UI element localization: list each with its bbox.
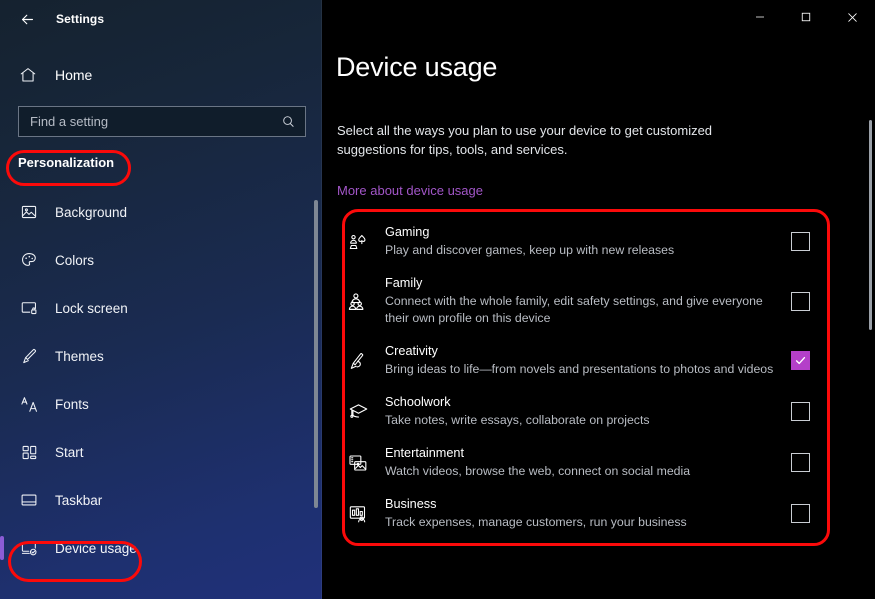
sidebar-item-themes[interactable]: Themes [0,332,322,380]
sidebar-section-personalization: Personalization [18,155,115,170]
sidebar-item-device-usage[interactable]: Device usage [0,524,322,572]
option-row[interactable]: Schoolwork Take notes, write essays, col… [338,386,820,437]
option-text: Schoolwork Take notes, write essays, col… [371,394,786,429]
palette-icon [19,250,39,270]
sidebar-item-background[interactable]: Background [0,188,322,236]
schoolwork-icon [345,401,371,422]
option-text: Entertainment Watch videos, browse the w… [371,445,786,480]
option-title: Business [385,497,437,511]
option-description: Watch videos, browse the web, connect on… [385,464,691,478]
start-icon [19,442,39,462]
back-arrow-icon[interactable] [12,5,42,33]
search-box[interactable] [18,106,306,137]
option-description: Play and discover games, keep up with ne… [385,243,675,257]
option-title: Creativity [385,344,438,358]
sidebar-item-label: Start [55,444,84,460]
option-checkbox-wrap[interactable] [786,351,820,370]
sidebar: Settings Home Personalization [0,0,322,599]
option-row[interactable]: Creativity Bring ideas to life—from nove… [338,335,820,386]
main-content: Device usage Select all the ways you pla… [322,0,875,599]
option-description: Take notes, write essays, collaborate on… [385,413,650,427]
option-checkbox-wrap[interactable] [786,291,820,311]
option-title: Schoolwork [385,395,451,409]
sidebar-item-label: Colors [55,252,95,268]
option-row[interactable]: Gaming Play and discover games, keep up … [338,216,820,267]
option-checkbox-wrap[interactable] [786,402,820,421]
sidebar-nav-list: Background Colors Lock screen Themes Fon… [0,188,322,572]
fonts-icon [19,394,39,414]
home-icon [18,65,38,85]
settings-window: Settings Home Personalization [0,0,875,599]
option-text: Gaming Play and discover games, keep up … [371,224,786,259]
creativity-icon [345,351,371,371]
sidebar-item-lock-screen[interactable]: Lock screen [0,284,322,332]
page-description: Select all the ways you plan to use your… [337,123,713,157]
option-title: Family [385,276,423,290]
content-scrollbar[interactable] [869,120,872,330]
entertainment-icon [345,453,371,473]
checkbox-entertainment[interactable] [790,453,810,472]
sidebar-item-label: Device usage [55,540,137,556]
lock-screen-icon [19,298,39,318]
close-icon[interactable] [829,0,875,34]
option-description: Bring ideas to life—from novels and pres… [385,362,774,376]
gaming-icon [345,232,371,252]
sidebar-item-fonts[interactable]: Fonts [0,380,322,428]
sidebar-item-colors[interactable]: Colors [0,236,322,284]
brush-icon [19,346,39,366]
option-checkbox-wrap[interactable] [786,232,820,251]
sidebar-item-taskbar[interactable]: Taskbar [0,476,322,524]
option-row[interactable]: Business Track expenses, manage customer… [338,488,820,539]
sidebar-item-start[interactable]: Start [0,428,322,476]
checkbox-business[interactable] [790,504,810,523]
checkbox-family[interactable] [790,291,810,311]
search-input[interactable] [30,114,281,129]
sidebar-item-label: Themes [55,348,104,364]
option-row[interactable]: Entertainment Watch videos, browse the w… [338,437,820,488]
option-row[interactable]: Family Connect with the whole family, ed… [338,267,820,335]
option-description: Connect with the whole family, edit safe… [385,294,763,325]
checkbox-creativity[interactable] [790,351,810,370]
option-checkbox-wrap[interactable] [786,453,820,472]
option-description: Track expenses, manage customers, run yo… [385,515,687,529]
family-icon [345,291,371,312]
image-icon [19,202,39,222]
minimize-icon[interactable] [737,0,783,34]
option-title: Gaming [385,225,430,239]
sidebar-home-label: Home [55,67,93,83]
page-title: Device usage [336,52,498,82]
option-text: Creativity Bring ideas to life—from nove… [371,343,786,378]
window-controls [737,0,875,34]
device-usage-options: Gaming Play and discover games, keep up … [338,216,820,539]
maximize-icon[interactable] [783,0,829,34]
sidebar-item-label: Taskbar [55,492,103,508]
sidebar-item-label: Lock screen [55,300,128,316]
app-title: Settings [56,12,105,26]
sidebar-item-label: Fonts [55,396,89,412]
titlebar: Settings [0,0,322,38]
option-checkbox-wrap[interactable] [786,504,820,523]
checkbox-gaming[interactable] [790,232,810,251]
device-usage-icon [19,538,39,558]
more-about-device-usage-link[interactable]: More about device usage [337,183,483,198]
sidebar-item-home[interactable]: Home [0,58,322,92]
sidebar-item-label: Background [55,204,128,220]
sidebar-scrollbar[interactable] [314,200,318,508]
search-icon[interactable] [281,114,296,129]
business-icon [345,504,371,524]
checkbox-schoolwork[interactable] [790,402,810,421]
option-title: Entertainment [385,446,464,460]
option-text: Family Connect with the whole family, ed… [371,275,786,327]
option-text: Business Track expenses, manage customer… [371,496,786,531]
taskbar-icon [19,490,39,510]
